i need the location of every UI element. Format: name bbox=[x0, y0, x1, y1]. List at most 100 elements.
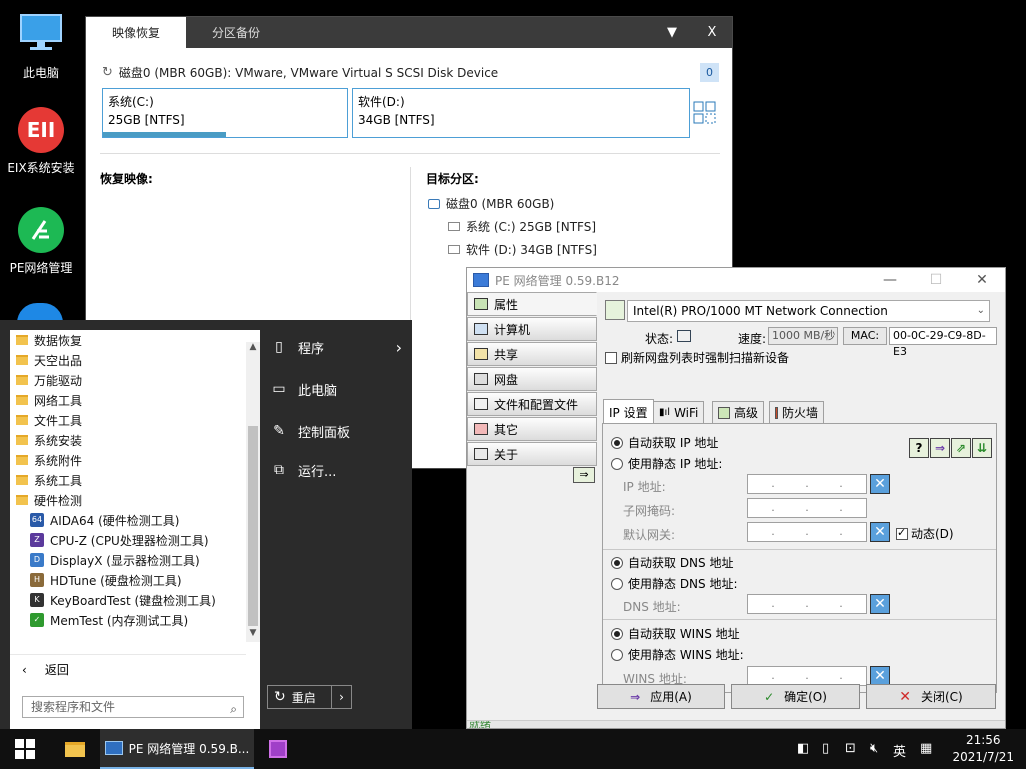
start-item-control-panel[interactable]: ✎ 控制面板 bbox=[270, 414, 402, 448]
static-ip-radio[interactable]: 使用静态 IP 地址: bbox=[611, 455, 722, 472]
program-app[interactable]: H HDTune (硬盘检测工具) bbox=[10, 570, 260, 590]
auto-dns-radio[interactable]: 自动获取 DNS 地址 bbox=[611, 554, 733, 571]
tab-image-restore[interactable]: 映像恢复 bbox=[86, 17, 186, 48]
radio[interactable] bbox=[611, 648, 623, 661]
program-app[interactable]: 64 AIDA64 (硬件检测工具) bbox=[10, 510, 260, 530]
nav-item[interactable]: 共享 bbox=[467, 342, 597, 366]
start-item-this-pc[interactable]: ▭ 此电脑 bbox=[270, 372, 402, 406]
program-list-scrollbar[interactable]: ▲ ▼ bbox=[246, 342, 260, 642]
program-folder[interactable]: 文件工具 bbox=[10, 410, 260, 430]
auto-ip-radio[interactable]: 自动获取 IP 地址 bbox=[611, 434, 718, 451]
nav-item[interactable]: 属性 bbox=[467, 292, 597, 316]
restart-button[interactable]: ↻ 重启 › bbox=[267, 685, 352, 709]
program-folder[interactable]: 数据恢复 bbox=[10, 330, 260, 350]
radio[interactable] bbox=[611, 436, 623, 449]
wins-address-field[interactable]: ... bbox=[747, 666, 867, 686]
start-button[interactable] bbox=[0, 729, 50, 769]
program-folder[interactable]: 网络工具 bbox=[10, 390, 260, 410]
program-app[interactable]: K KeyBoardTest (键盘检测工具) bbox=[10, 590, 260, 610]
taskbar-app-generic[interactable] bbox=[258, 729, 298, 769]
nav-item[interactable]: 网盘 bbox=[467, 367, 597, 391]
start-item-programs[interactable]: ▯ 程序 › bbox=[270, 330, 402, 364]
program-folder[interactable]: 系统附件 bbox=[10, 450, 260, 470]
usb-icon[interactable]: ▯ bbox=[822, 741, 829, 756]
adapter-select[interactable]: Intel(R) PRO/1000 MT Network Connection … bbox=[627, 300, 990, 322]
dropdown-menu-button[interactable]: ▼ bbox=[652, 17, 692, 48]
desktop-icon-pe-network[interactable]: PE网络管理 bbox=[2, 207, 80, 276]
clear-wins-icon[interactable]: ✕ bbox=[870, 666, 890, 686]
desktop-icon-this-pc[interactable]: 此电脑 bbox=[2, 12, 80, 81]
refresh-icon[interactable]: ↻ bbox=[102, 65, 113, 80]
radio[interactable] bbox=[611, 577, 623, 590]
volume-muted-icon[interactable]: 🔇︎ bbox=[870, 741, 878, 756]
dynamic-checkbox[interactable]: 动态(D) bbox=[896, 525, 954, 542]
nav-item[interactable]: 其它 bbox=[467, 417, 597, 441]
tab-firewall[interactable]: 防火墙 bbox=[769, 401, 824, 423]
tab-ip-settings[interactable]: IP 设置 bbox=[603, 399, 654, 424]
close-button[interactable]: ✕ bbox=[959, 268, 1005, 292]
partition-c[interactable]: 系统(C:) 25GB [NTFS] bbox=[102, 88, 348, 138]
static-dns-radio[interactable]: 使用静态 DNS 地址: bbox=[611, 575, 738, 592]
layout-toggle-icon[interactable] bbox=[693, 101, 717, 125]
tab-wifi[interactable]: ▮ıl WiFi bbox=[653, 401, 705, 423]
partition-d[interactable]: 软件(D:) 34GB [NTFS] bbox=[352, 88, 690, 138]
tree-item-disk[interactable]: 磁盘0 (MBR 60GB) bbox=[428, 195, 554, 212]
tab-partition-backup[interactable]: 分区备份 bbox=[186, 17, 286, 48]
dns-address-field[interactable]: ... bbox=[747, 594, 867, 614]
radio[interactable] bbox=[611, 556, 623, 569]
program-app[interactable]: ✓ MemTest (内存测试工具) bbox=[10, 610, 260, 630]
maximize-button[interactable]: ☐ bbox=[913, 268, 959, 292]
program-folder[interactable]: 万能驱动 bbox=[10, 370, 260, 390]
radio[interactable] bbox=[611, 627, 623, 640]
minimize-button[interactable]: — bbox=[867, 268, 913, 292]
double-chevron-down-icon[interactable]: ⇊ bbox=[972, 438, 992, 458]
nav-item[interactable]: 关于 bbox=[467, 442, 597, 466]
scroll-down-icon[interactable]: ▼ bbox=[246, 628, 260, 642]
restart-options-chevron-icon[interactable]: › bbox=[331, 686, 351, 708]
apply-button[interactable]: ⇒ 应用(A) bbox=[597, 684, 725, 709]
nav-item[interactable]: 计算机 bbox=[467, 317, 597, 341]
clear-gateway-icon[interactable]: ✕ bbox=[870, 522, 890, 542]
export-icon[interactable]: ⇗ bbox=[951, 438, 971, 458]
keyboard-icon[interactable]: ▦ bbox=[920, 741, 932, 756]
program-app[interactable]: Z CPU-Z (CPU处理器检测工具) bbox=[10, 530, 260, 550]
scroll-up-icon[interactable]: ▲ bbox=[246, 342, 260, 356]
back-button[interactable]: ‹ 返回 bbox=[10, 654, 246, 684]
search-input[interactable]: 搜索程序和文件 ⌕ bbox=[22, 696, 244, 718]
program-folder[interactable]: 系统安装 bbox=[10, 430, 260, 450]
static-wins-radio[interactable]: 使用静态 WINS 地址: bbox=[611, 646, 744, 663]
ok-button[interactable]: ✓ 确定(O) bbox=[731, 684, 860, 709]
taskbar-file-explorer[interactable] bbox=[55, 729, 95, 769]
program-app[interactable]: D DisplayX (显示器检测工具) bbox=[10, 550, 260, 570]
scroll-thumb[interactable] bbox=[248, 426, 258, 626]
close-button[interactable]: X bbox=[692, 17, 732, 48]
program-folder[interactable]: 天空出品 bbox=[10, 350, 260, 370]
adapter-action-icon[interactable] bbox=[605, 300, 625, 320]
program-folder[interactable]: 系统工具 bbox=[10, 470, 260, 490]
subnet-mask-field[interactable]: ... bbox=[747, 498, 867, 518]
close-dialog-button[interactable]: ✕ 关闭(C) bbox=[866, 684, 996, 709]
tree-item-partition-d[interactable]: 软件 (D:) 34GB [NTFS] bbox=[448, 241, 597, 258]
checkbox[interactable] bbox=[896, 526, 908, 540]
start-item-run[interactable]: ⧉ 运行... bbox=[270, 453, 402, 487]
ip-address-field[interactable]: ... bbox=[747, 474, 867, 494]
tab-advanced[interactable]: 高级 bbox=[712, 401, 765, 423]
nav-arrow-icon[interactable]: ⇒ bbox=[573, 467, 595, 483]
network-tray-icon[interactable]: ⊡ bbox=[845, 741, 856, 756]
refresh-scan-checkbox[interactable]: 刷新网盘列表时强制扫描新设备 bbox=[605, 349, 789, 366]
clear-dns-icon[interactable]: ✕ bbox=[870, 594, 890, 614]
checkbox[interactable] bbox=[605, 351, 617, 364]
ime-indicator[interactable]: 英 bbox=[893, 741, 906, 760]
clear-ip-icon[interactable]: ✕ bbox=[870, 474, 890, 494]
help-icon[interactable]: ? bbox=[909, 438, 929, 458]
taskbar-network-manager[interactable]: PE 网络管理 0.59.B... bbox=[100, 729, 254, 769]
color-icon[interactable]: ◧ bbox=[797, 741, 809, 756]
program-folder[interactable]: 硬件检测 bbox=[10, 490, 260, 510]
arrow-right-icon[interactable]: ⇒ bbox=[930, 438, 950, 458]
gateway-field[interactable]: ... bbox=[747, 522, 867, 542]
tree-item-partition-c[interactable]: 系统 (C:) 25GB [NTFS] bbox=[448, 218, 596, 235]
radio[interactable] bbox=[611, 457, 623, 470]
nav-item[interactable]: 文件和配置文件 bbox=[467, 392, 597, 416]
desktop-icon-eix-installer[interactable]: EII EIX系统安装 bbox=[2, 107, 80, 176]
clock[interactable]: 21:56 2021/7/21 bbox=[952, 732, 1014, 766]
